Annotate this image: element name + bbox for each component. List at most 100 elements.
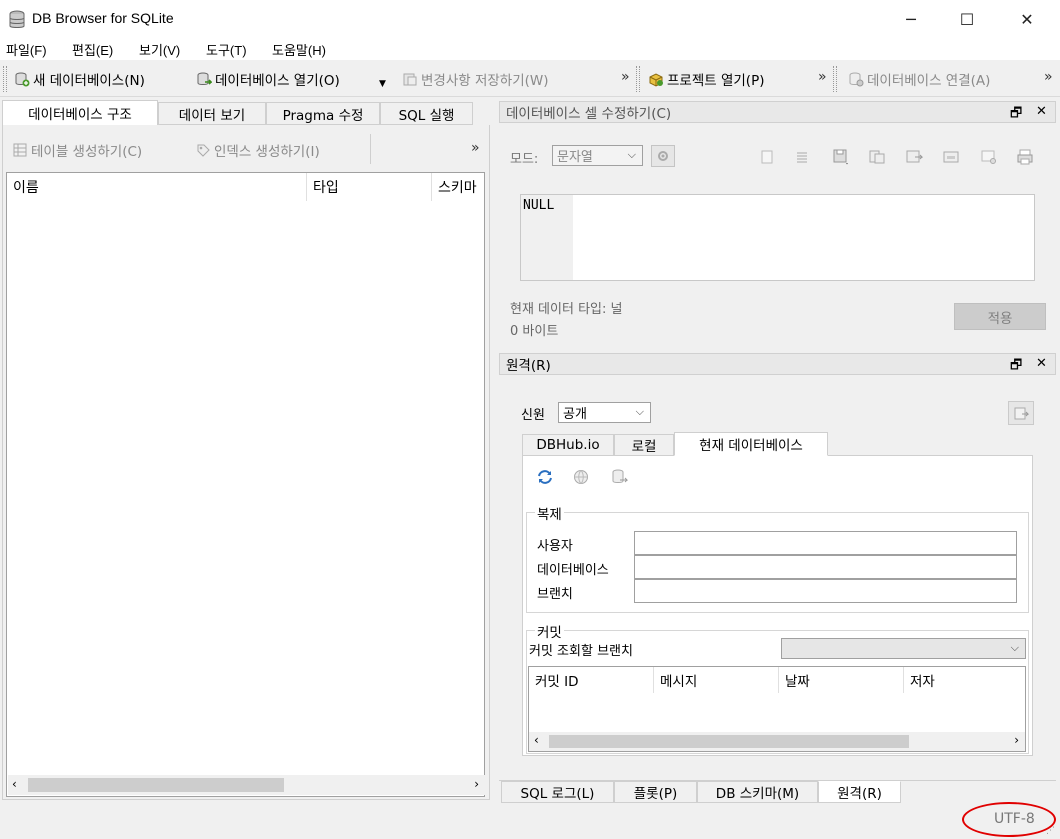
menu-help[interactable]: 도움말(H) xyxy=(272,40,326,59)
clone-group-title: 복제 xyxy=(535,503,564,523)
branch-field[interactable] xyxy=(634,579,1017,603)
open-project-button[interactable]: 프로젝트 열기(P) xyxy=(648,69,765,89)
database-field[interactable] xyxy=(634,555,1017,579)
column-header-author[interactable]: 저자 xyxy=(904,667,1025,693)
user-field[interactable] xyxy=(634,531,1017,555)
edit-cell-title: 데이터베이스 셀 수정하기(C) xyxy=(506,106,672,122)
close-dock-icon[interactable]: ✕ xyxy=(1036,104,1047,119)
tab-current-database[interactable]: 현재 데이터베이스 xyxy=(674,432,828,456)
globe-icon[interactable] xyxy=(573,469,589,485)
scroll-left-icon[interactable]: ‹ xyxy=(534,733,539,747)
schema-tree[interactable]: 이름 타입 스키마 ‹ › xyxy=(6,172,485,797)
print-preview-icon[interactable] xyxy=(942,148,960,166)
toolbar-grip[interactable] xyxy=(833,66,837,92)
mode-label: 모드: xyxy=(510,152,539,167)
commits-table[interactable]: 커밋 ID 메시지 날짜 저자 ‹ › xyxy=(528,666,1026,752)
create-index-label: 인덱스 생성하기(I) xyxy=(214,144,320,160)
cell-editor[interactable]: NULL xyxy=(520,194,1035,281)
menu-tools[interactable]: 도구(T) xyxy=(206,40,247,59)
chevron-down-icon: ⌵ xyxy=(1010,641,1019,654)
chevron-down-icon: ⌵ xyxy=(635,405,644,418)
tab-db-schema[interactable]: DB 스키마(M) xyxy=(697,781,818,803)
tab-edit-pragmas[interactable]: Pragma 수정 xyxy=(266,102,380,125)
scroll-right-icon[interactable]: › xyxy=(1014,733,1019,747)
resize-grip-icon[interactable]: ⋰ xyxy=(1046,826,1055,836)
column-header-name[interactable]: 이름 xyxy=(7,173,307,201)
push-database-button[interactable] xyxy=(1008,401,1034,425)
tab-database-structure[interactable]: 데이터베이스 구조 xyxy=(2,100,158,126)
tab-browse-data[interactable]: 데이터 보기 xyxy=(158,102,266,125)
commits-group-title: 커밋 xyxy=(535,621,564,641)
set-as-null-icon[interactable] xyxy=(905,148,923,166)
open-database-button[interactable]: 데이터베이스 열기(O) xyxy=(196,69,340,89)
auto-switch-mode-button[interactable] xyxy=(651,145,675,167)
tab-sql-log[interactable]: SQL 로그(L) xyxy=(501,781,614,803)
print-icon[interactable] xyxy=(1016,148,1034,166)
word-wrap-icon[interactable] xyxy=(795,150,809,164)
create-table-button[interactable]: 테이블 생성하기(C) xyxy=(12,140,142,160)
column-header-commit-id[interactable]: 커밋 ID xyxy=(529,667,654,693)
menu-edit[interactable]: 편집(E) xyxy=(72,40,113,59)
open-project-icon xyxy=(649,73,663,87)
apply-button[interactable]: 적용 xyxy=(954,303,1046,330)
menu-view[interactable]: 보기(V) xyxy=(139,40,180,59)
column-header-type[interactable]: 타입 xyxy=(307,173,432,201)
create-table-icon xyxy=(13,143,27,157)
import-file-icon[interactable] xyxy=(760,150,774,164)
open-database-dropdown-icon[interactable]: ▼ xyxy=(379,79,386,89)
column-header-message[interactable]: 메시지 xyxy=(654,667,779,693)
horizontal-scrollbar[interactable]: ‹ › xyxy=(8,775,485,795)
tab-dbhub[interactable]: DBHub.io xyxy=(522,434,614,456)
edit-cell-dock-header: 데이터베이스 셀 수정하기(C) xyxy=(499,101,1056,123)
mode-select[interactable]: 문자열 ⌵ xyxy=(552,145,643,166)
horizontal-scrollbar[interactable]: ‹ › xyxy=(529,732,1025,751)
toolbar-overflow-icon[interactable]: » xyxy=(1044,69,1053,85)
scroll-left-icon[interactable]: ‹ xyxy=(12,777,17,791)
open-project-label: 프로젝트 열기(P) xyxy=(667,73,765,89)
toolbar-grip[interactable] xyxy=(636,66,640,92)
scrollbar-thumb[interactable] xyxy=(28,778,284,792)
database-icon xyxy=(9,10,25,28)
open-in-editor-icon[interactable] xyxy=(980,148,998,166)
attach-database-icon xyxy=(849,72,864,87)
float-dock-icon[interactable]: 🗗 xyxy=(1010,356,1022,378)
create-index-button[interactable]: 인덱스 생성하기(I) xyxy=(195,140,320,160)
toolbar-overflow-icon[interactable]: » xyxy=(621,69,630,85)
open-database-icon xyxy=(197,72,212,85)
clone-database-icon[interactable] xyxy=(610,468,628,486)
scroll-right-icon[interactable]: › xyxy=(474,777,479,791)
create-index-icon xyxy=(197,144,210,157)
tab-plot[interactable]: 플롯(P) xyxy=(614,781,697,803)
toolbar-overflow-icon[interactable]: » xyxy=(818,69,827,85)
column-header-schema[interactable]: 스키마 xyxy=(432,173,485,201)
identity-value: 공개 xyxy=(563,407,587,422)
create-table-label: 테이블 생성하기(C) xyxy=(31,144,143,160)
chevron-down-icon: ⌵ xyxy=(627,148,636,161)
identity-select[interactable]: 공개 ⌵ xyxy=(558,402,651,423)
commit-branch-select[interactable]: ⌵ xyxy=(781,638,1026,659)
save-changes-button[interactable]: 변경사항 저장하기(W) xyxy=(402,69,549,89)
menu-file[interactable]: 파일(F) xyxy=(6,40,47,59)
structure-toolbar-overflow-icon[interactable]: » xyxy=(471,140,480,156)
tab-local[interactable]: 로컬 xyxy=(614,434,674,456)
minimize-button[interactable]: ─ xyxy=(888,0,934,38)
refresh-icon[interactable] xyxy=(536,468,554,486)
maximize-button[interactable]: ☐ xyxy=(944,0,990,38)
export-icon[interactable] xyxy=(868,148,886,166)
column-header-date[interactable]: 날짜 xyxy=(779,667,904,693)
tab-execute-sql[interactable]: SQL 실행 xyxy=(380,102,473,125)
database-label: 데이터베이스 xyxy=(537,563,609,578)
close-button[interactable]: ✕ xyxy=(1004,0,1050,38)
attach-database-button[interactable]: 데이터베이스 연결(A) xyxy=(848,69,990,89)
new-database-button[interactable]: 새 데이터베이스(N) xyxy=(14,69,145,89)
remote-dock-header: 원격(R) xyxy=(499,353,1056,375)
float-dock-icon[interactable]: 🗗 xyxy=(1010,104,1022,126)
new-database-label: 새 데이터베이스(N) xyxy=(33,73,145,89)
tab-remote[interactable]: 원격(R) xyxy=(818,781,901,803)
scrollbar-thumb[interactable] xyxy=(549,735,909,748)
close-dock-icon[interactable]: ✕ xyxy=(1036,356,1047,371)
save-dropdown-icon[interactable] xyxy=(832,148,850,166)
user-label: 사용자 xyxy=(537,539,573,554)
identity-label: 신원 xyxy=(521,408,545,423)
toolbar-grip[interactable] xyxy=(3,66,7,92)
